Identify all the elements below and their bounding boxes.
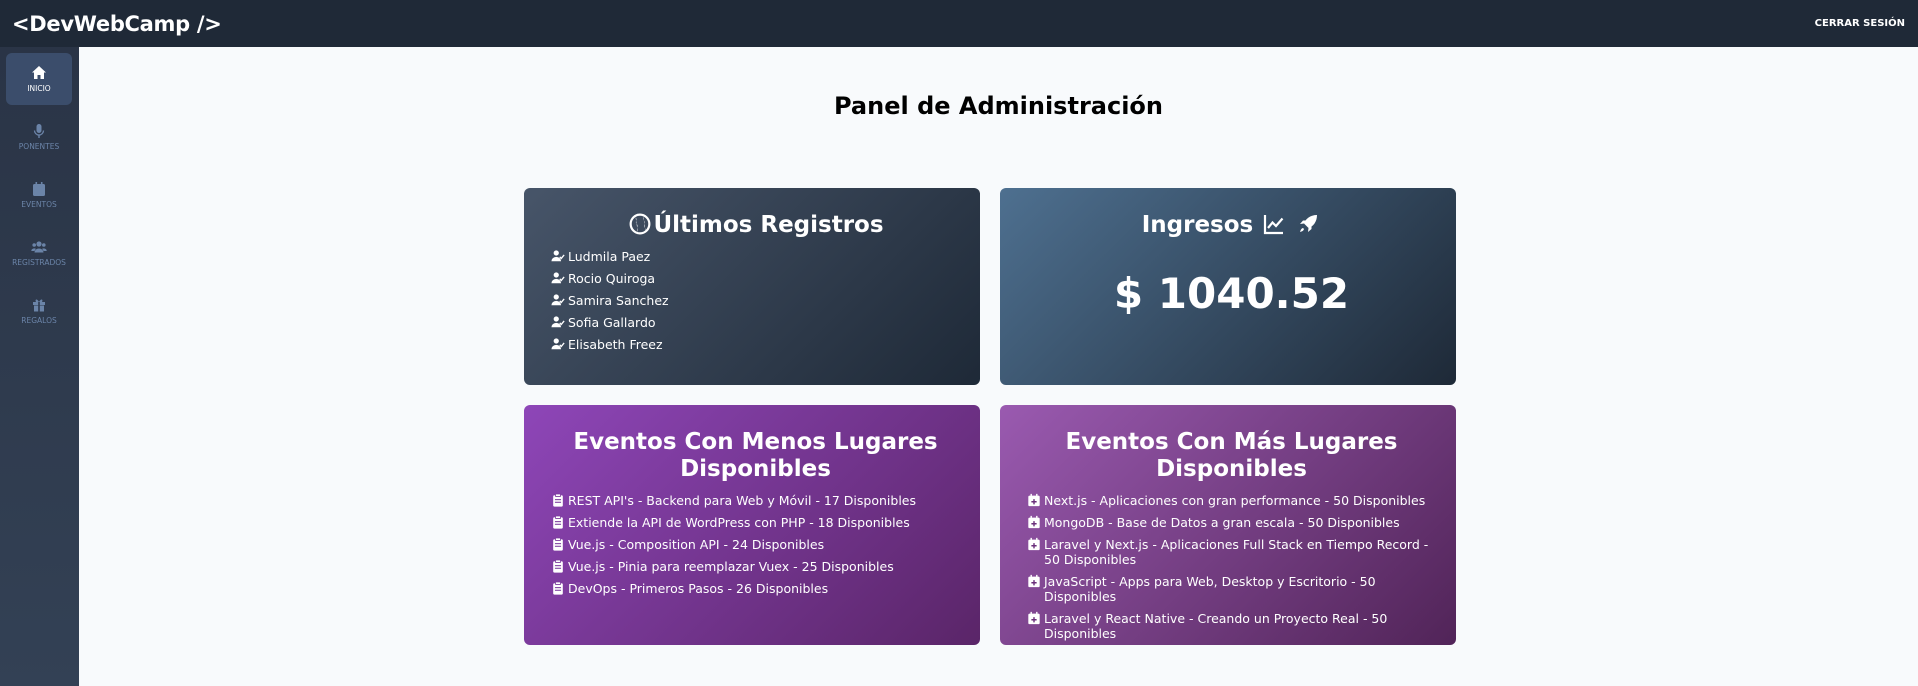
fewest-seats-title: Eventos Con Menos Lugares Disponibles [573, 429, 938, 482]
sidebar-item-regalos[interactable]: REGALOS [6, 285, 72, 337]
revenue-title: Ingresos [1141, 212, 1254, 238]
list-item: Vue.js - Pinia para reemplazar Vuex - 25… [551, 559, 960, 574]
latest-registrations-heading: Últimos Registros [551, 212, 960, 239]
rocket-icon [1300, 215, 1318, 232]
gift-icon [33, 299, 45, 312]
sidebar-item-label: REGALOS [21, 316, 57, 325]
list-item: Samira Sanchez [551, 293, 960, 308]
list-item: Laravel y Next.js - Aplicaciones Full St… [1027, 537, 1436, 567]
sidebar-item-registrados[interactable]: REGISTRADOS [6, 227, 72, 279]
fewest-seats-card: Eventos Con Menos Lugares Disponibles RE… [524, 405, 980, 645]
list-item: Sofia Gallardo [551, 315, 960, 330]
list-item: MongoDB - Base de Datos a gran escala - … [1027, 515, 1436, 530]
sidebar-item-eventos[interactable]: EVENTOS [6, 169, 72, 221]
microphone-icon [33, 124, 45, 138]
user-check-icon [551, 294, 565, 306]
sidebar-item-label: REGISTRADOS [12, 258, 66, 267]
latest-registrations-card: Últimos Registros Ludmila Paez Rocio Qui… [524, 188, 980, 385]
calendar-plus-icon [1028, 493, 1040, 507]
page-title: Panel de Administración [833, 92, 1163, 120]
logout-button[interactable]: CERRAR SESIÓN [1815, 18, 1905, 29]
main-content: Panel de Administración Últimos Registro… [79, 47, 1918, 686]
top-bar: <DevWebCamp /> CERRAR SESIÓN [0, 0, 1918, 47]
calendar-icon [33, 182, 45, 196]
list-item: JavaScript - Apps para Web, Desktop y Es… [1027, 574, 1436, 604]
user-check-icon [551, 316, 565, 328]
users-icon [31, 241, 47, 253]
clipboard-icon [553, 559, 563, 573]
sidebar-item-inicio[interactable]: INICIO [6, 53, 72, 105]
sidebar-item-label: INICIO [27, 84, 51, 93]
sidebar: INICIO PONENTES EVENTOS REGISTRADOS REGA… [0, 47, 79, 686]
most-seats-card: Eventos Con Más Lugares Disponibles Next… [1000, 405, 1456, 645]
calendar-plus-icon [1028, 574, 1040, 588]
list-item: Next.js - Aplicaciones con gran performa… [1027, 493, 1436, 508]
list-item: Vue.js - Composition API - 24 Disponible… [551, 537, 960, 552]
most-seats-title: Eventos Con Más Lugares Disponibles [1065, 429, 1398, 482]
sidebar-item-label: EVENTOS [21, 200, 57, 209]
user-check-icon [551, 272, 565, 284]
user-check-icon [551, 250, 565, 262]
home-icon [32, 66, 46, 79]
clipboard-icon [553, 537, 563, 551]
revenue-heading: Ingresos [1027, 212, 1436, 239]
chart-line-icon [1264, 215, 1284, 235]
list-item: Elisabeth Freez [551, 337, 960, 352]
sidebar-item-label: PONENTES [18, 142, 60, 151]
revenue-amount: $ 1040.52 [1113, 269, 1350, 318]
sidebar-item-ponentes[interactable]: PONENTES [6, 111, 72, 163]
list-item: REST API's - Backend para Web y Móvil - … [551, 493, 960, 508]
registrations-list: Ludmila Paez Rocio Quiroga Samira Sanche… [551, 249, 960, 352]
list-item: Ludmila Paez [551, 249, 960, 264]
list-item: Laravel y React Native - Creando un Proy… [1027, 611, 1436, 641]
globe-icon [630, 213, 651, 235]
revenue-card: Ingresos $ 1040.52 [1000, 188, 1456, 385]
calendar-plus-icon [1028, 515, 1040, 529]
fewest-seats-list: REST API's - Backend para Web y Móvil - … [551, 493, 960, 596]
logo[interactable]: <DevWebCamp /> [12, 12, 222, 36]
clipboard-icon [553, 493, 563, 507]
clipboard-icon [553, 515, 563, 529]
list-item: Extiende la API de WordPress con PHP - 1… [551, 515, 960, 530]
clipboard-icon [553, 581, 563, 595]
user-check-icon [551, 338, 565, 350]
list-item: Rocio Quiroga [551, 271, 960, 286]
most-seats-list: Next.js - Aplicaciones con gran performa… [1027, 493, 1436, 641]
calendar-plus-icon [1028, 537, 1040, 551]
list-item: DevOps - Primeros Pasos - 26 Disponibles [551, 581, 960, 596]
calendar-plus-icon [1028, 611, 1040, 625]
latest-registrations-title: Últimos Registros [653, 212, 884, 238]
